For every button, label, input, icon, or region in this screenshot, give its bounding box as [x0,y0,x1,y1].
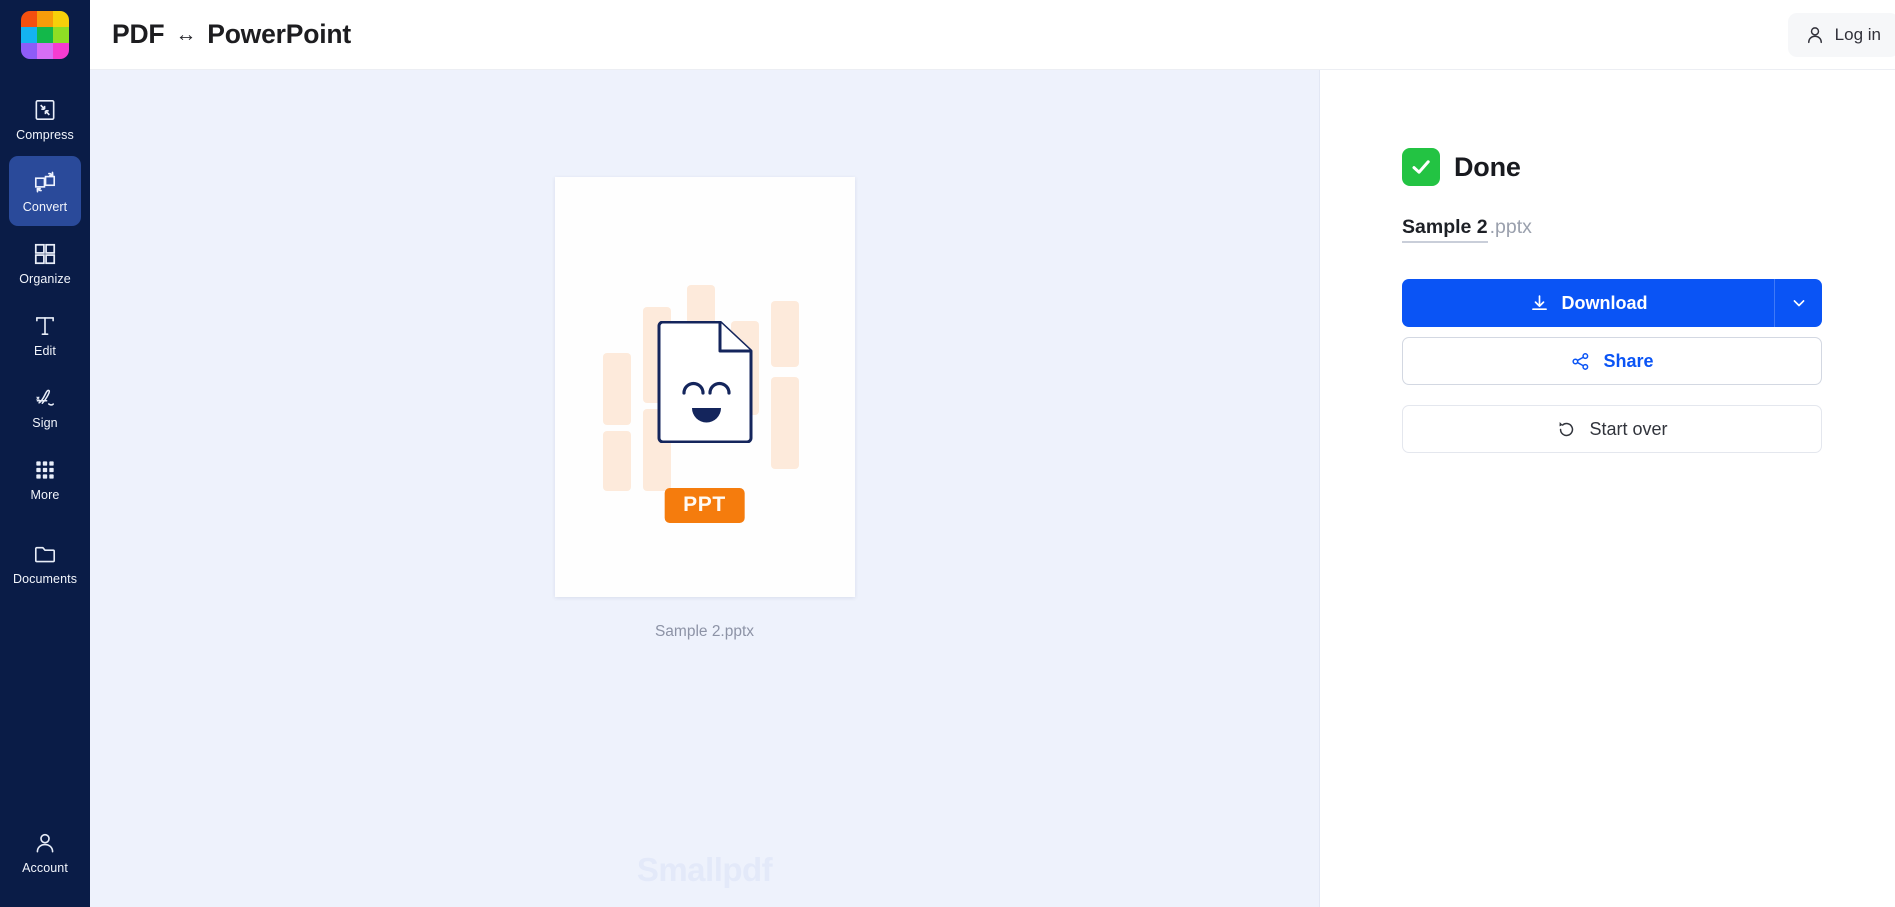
status-row: Done [1402,148,1822,186]
folder-icon [34,546,56,563]
main-area: PDF ↔ PowerPoint Log in PPT Sample 2.ppt… [90,0,1895,907]
download-row: Download [1402,279,1822,327]
status-label: Done [1454,151,1521,182]
user-icon [1807,26,1822,43]
chevron-down-icon [1793,300,1804,307]
edit-text-icon [36,316,54,335]
sidebar-nav: Compress Convert Organize Edit Sign More… [0,70,90,600]
start-over-button[interactable]: Start over [1402,405,1822,453]
download-icon [1531,294,1547,310]
signature-icon [36,389,54,406]
grid-dots-icon [36,461,54,479]
sidebar-item-label: Sign [32,415,58,430]
sidebar-item-label: Documents [12,571,78,586]
sidebar: Compress Convert Organize Edit Sign More… [0,0,90,907]
smallpdf-logo-icon [21,11,69,59]
check-icon [1412,160,1430,174]
start-over-label: Start over [1589,418,1668,439]
sidebar-item-account[interactable]: Account [9,817,81,887]
page-title: PDF ↔ PowerPoint [112,19,351,50]
convert-icon [34,171,56,193]
sidebar-item-sign[interactable]: Sign [9,372,81,442]
sidebar-bottom: Account [0,817,90,889]
sidebar-item-compress[interactable]: Compress [9,84,81,154]
account-icon [36,833,54,853]
sidebar-item-label: Compress [16,127,74,142]
bidirectional-arrow-icon: ↔ [175,22,197,46]
page-title-source: PDF [112,19,165,49]
sidebar-item-edit[interactable]: Edit [9,300,81,370]
file-thumbnail[interactable]: PPT [554,177,855,597]
sidebar-item-label: More [30,487,60,502]
organize-icon [34,243,56,264]
top-bar: PDF ↔ PowerPoint Log in [90,0,1895,70]
filename-extension: .pptx [1489,216,1532,238]
compress-icon [35,99,55,120]
result-panel: Done Sample 2 .pptx Download Share Start… [1320,70,1895,907]
sidebar-item-convert[interactable]: Convert [9,156,81,226]
download-button[interactable]: Download [1402,279,1774,327]
login-button[interactable]: Log in [1787,12,1895,57]
result-panel-inner: Done Sample 2 .pptx Download Share Start… [1402,148,1822,453]
download-label: Download [1561,292,1648,313]
thumbnail-caption: Sample 2.pptx [654,623,755,640]
share-button[interactable]: Share [1402,337,1822,385]
share-label: Share [1603,350,1654,371]
result-filename: Sample 2 .pptx [1402,216,1822,243]
sidebar-item-documents[interactable]: Documents [9,528,81,598]
smiling-document-icon [657,321,752,443]
sidebar-item-more[interactable]: More [9,444,81,514]
sidebar-item-label: Organize [19,271,71,286]
filename-base: Sample 2 [1402,216,1488,243]
login-label: Log in [1834,24,1881,44]
page-title-target: PowerPoint [207,19,351,49]
action-buttons: Download Share Start over [1402,279,1822,453]
download-options-button[interactable] [1774,279,1822,327]
brand-logo[interactable] [0,0,90,70]
file-type-badge: PPT [664,488,745,523]
sidebar-item-organize[interactable]: Organize [9,228,81,298]
sidebar-item-label: Edit [34,343,56,358]
app-root: Compress Convert Organize Edit Sign More… [0,0,1895,907]
status-badge [1402,148,1440,186]
watermark: Smallpdf [636,851,773,888]
rotate-left-icon [1559,421,1574,436]
share-nodes-icon [1572,352,1589,370]
sidebar-item-label: Account [22,860,68,875]
sidebar-item-label: Convert [22,199,68,214]
preview-canvas: PPT Sample 2.pptx Smallpdf [90,70,1320,907]
content-split: PPT Sample 2.pptx Smallpdf Done Sample 2… [90,70,1895,907]
thumbnail-artwork: PPT [595,267,815,523]
thumbnail-area: PPT Sample 2.pptx [554,177,855,641]
